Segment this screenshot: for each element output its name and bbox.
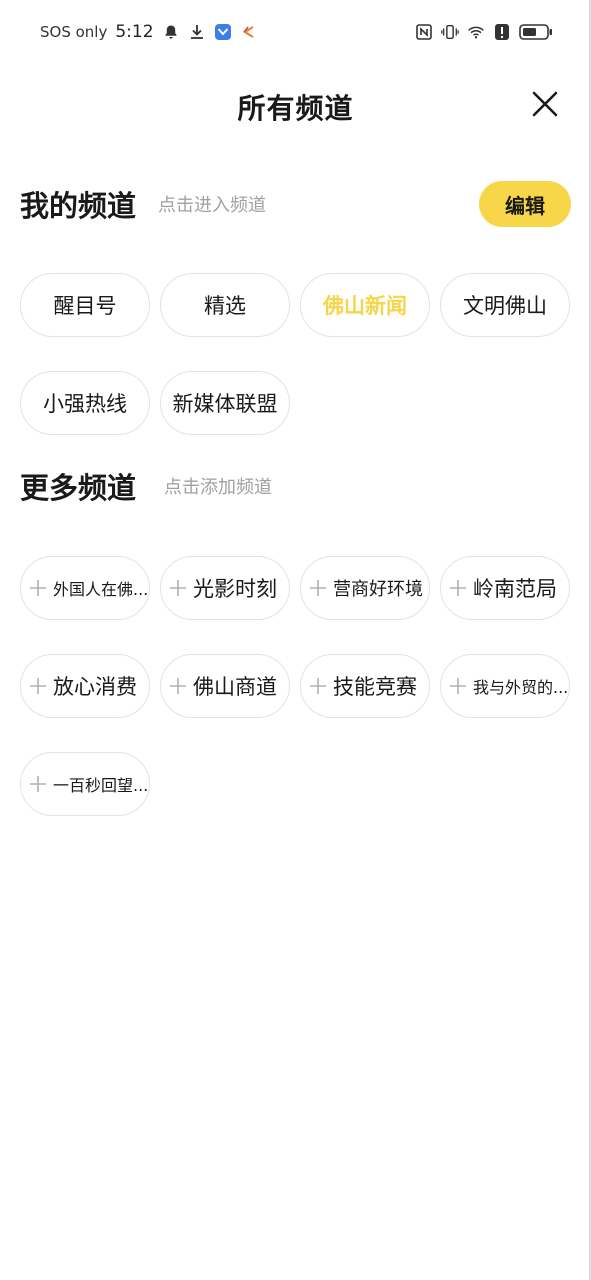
add-channel-chip[interactable]: 一百秒回望... bbox=[20, 752, 150, 816]
alert-icon bbox=[493, 23, 511, 41]
add-channel-chip[interactable]: 放心消费 bbox=[20, 654, 150, 718]
my-channels-hint: 点击进入频道 bbox=[158, 195, 267, 216]
channel-chip-active[interactable]: 佛山新闻 bbox=[300, 273, 430, 337]
channel-label: 佛山新闻 bbox=[323, 294, 407, 318]
channel-label: 精选 bbox=[204, 294, 246, 318]
carrier-text: SOS only bbox=[40, 23, 108, 41]
channel-chip[interactable]: 精选 bbox=[160, 273, 290, 337]
channel-label: 光影时刻 bbox=[193, 577, 277, 601]
edit-button[interactable]: 编辑 bbox=[479, 181, 571, 227]
bell-icon bbox=[162, 23, 180, 41]
plus-icon bbox=[27, 773, 49, 795]
plus-icon bbox=[27, 577, 49, 599]
arrow-app-icon bbox=[240, 23, 258, 41]
close-button[interactable] bbox=[529, 88, 561, 120]
add-channel-chip[interactable]: 我与外贸的... bbox=[440, 654, 570, 718]
plus-icon bbox=[307, 675, 329, 697]
my-channels-grid: 醒目号 精选 佛山新闻 文明佛山 小强热线 新媒体联盟 bbox=[20, 273, 571, 435]
channel-chip[interactable]: 文明佛山 bbox=[440, 273, 570, 337]
add-channel-chip[interactable]: 佛山商道 bbox=[160, 654, 290, 718]
app-notification-icon bbox=[214, 23, 232, 41]
plus-icon bbox=[167, 577, 189, 599]
download-icon bbox=[188, 23, 206, 41]
my-channels-header: 我的频道 点击进入频道 编辑 bbox=[20, 178, 571, 230]
plus-icon bbox=[447, 577, 469, 599]
status-right bbox=[415, 23, 553, 41]
add-channel-chip[interactable]: 技能竞赛 bbox=[300, 654, 430, 718]
channel-label: 一百秒回望... bbox=[53, 776, 149, 795]
plus-icon bbox=[307, 577, 329, 599]
battery-icon bbox=[519, 23, 553, 41]
add-channel-chip[interactable]: 光影时刻 bbox=[160, 556, 290, 620]
clock-text: 5:12 bbox=[115, 22, 154, 42]
my-channels-title: 我的频道 bbox=[20, 189, 137, 223]
channel-label: 外国人在佛... bbox=[53, 580, 149, 599]
channel-label: 技能竞赛 bbox=[333, 675, 417, 699]
channel-chip[interactable]: 新媒体联盟 bbox=[160, 371, 290, 435]
wifi-icon bbox=[467, 23, 485, 41]
status-bar: SOS only 5:12 bbox=[0, 0, 591, 64]
nfc-icon bbox=[415, 23, 433, 41]
add-channel-chip[interactable]: 营商好环境 bbox=[300, 556, 430, 620]
channel-label: 放心消费 bbox=[53, 675, 137, 699]
page-header: 所有频道 bbox=[0, 72, 591, 142]
status-left: SOS only 5:12 bbox=[40, 22, 258, 42]
channel-chip[interactable]: 醒目号 bbox=[20, 273, 150, 337]
channel-label: 醒目号 bbox=[53, 294, 117, 318]
page-title: 所有频道 bbox=[237, 92, 354, 125]
add-channel-chip[interactable]: 岭南范局 bbox=[440, 556, 570, 620]
channel-label: 我与外贸的... bbox=[473, 678, 569, 697]
channel-label: 文明佛山 bbox=[463, 294, 547, 318]
plus-icon bbox=[167, 675, 189, 697]
add-channel-chip[interactable]: 外国人在佛... bbox=[20, 556, 150, 620]
channel-label: 岭南范局 bbox=[473, 577, 557, 601]
channel-label: 营商好环境 bbox=[333, 579, 423, 600]
channel-label: 小强热线 bbox=[43, 392, 127, 416]
all-channels-page: SOS only 5:12 所有频道 我的频道 点击进入频道 编辑 醒目号 精选… bbox=[0, 0, 591, 1280]
more-channels-hint: 点击添加频道 bbox=[164, 477, 273, 498]
more-channels-header: 更多频道 点击添加频道 bbox=[20, 460, 571, 512]
more-channels-title: 更多频道 bbox=[20, 471, 137, 505]
channel-chip[interactable]: 小强热线 bbox=[20, 371, 150, 435]
plus-icon bbox=[447, 675, 469, 697]
channel-label: 佛山商道 bbox=[193, 675, 277, 699]
more-channels-grid: 外国人在佛... 光影时刻 营商好环境 岭南范局 放心消费 佛山商道 技能竞赛 bbox=[20, 556, 571, 816]
close-icon bbox=[532, 91, 558, 117]
vibrate-icon bbox=[441, 23, 459, 41]
channel-label: 新媒体联盟 bbox=[172, 392, 278, 416]
plus-icon bbox=[27, 675, 49, 697]
